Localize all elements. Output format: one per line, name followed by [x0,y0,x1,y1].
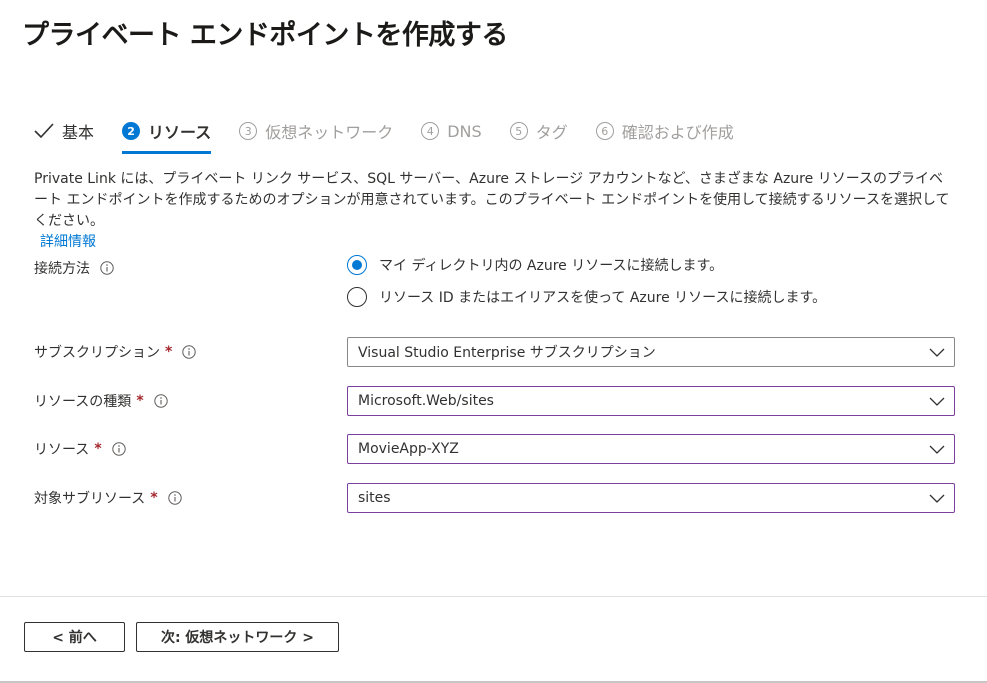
description: Private Link には、プライベート リンク サービス、SQL サーバー… [34,169,954,253]
info-icon[interactable] [167,491,182,505]
tab-review-create[interactable]: 6 確認および作成 [595,118,734,144]
connection-method-label: 接続方法 [34,258,114,278]
radio-label: マイ ディレクトリ内の Azure リソースに接続します。 [379,258,724,274]
chevron-down-icon [929,345,945,359]
tab-resources[interactable]: 2 リソース [122,118,212,154]
resource-label: リソース * [34,439,126,459]
footer-divider [0,596,987,597]
tab-virtual-network[interactable]: 3 仮想ネットワーク [239,118,393,144]
subscription-label: サブスクリプション * [34,342,197,362]
field-label: サブスクリプション [34,345,160,361]
more-options-button[interactable]: ··· [488,20,506,39]
resource-type-dropdown[interactable]: Microsoft.Web/sites [347,386,955,416]
page-title: プライベート エンドポイントを作成する [22,19,508,51]
radio-button[interactable] [347,287,367,307]
dropdown-value: MovieApp-XYZ [358,441,459,457]
step-number-badge: 2 [122,122,141,140]
radio-connect-directory[interactable]: マイ ディレクトリ内の Azure リソースに接続します。 [347,255,723,275]
chevron-down-icon [929,394,945,408]
radio-button[interactable] [347,255,367,275]
tab-label: 仮想ネットワーク [265,123,394,142]
target-subresource-dropdown[interactable]: sites [347,483,955,513]
tab-basics[interactable]: 基本 [34,118,94,144]
radio-label: リソース ID またはエイリアスを使って Azure リソースに接続します。 [379,290,827,306]
chevron-down-icon [929,491,945,505]
radio-connect-resource-id[interactable]: リソース ID またはエイリアスを使って Azure リソースに接続します。 [347,287,826,307]
field-label: 対象サブリソース [34,491,146,507]
field-label: リソース [34,442,90,458]
tab-label: 確認および作成 [621,123,734,142]
tab-label: リソース [148,123,212,142]
resource-dropdown[interactable]: MovieApp-XYZ [347,434,955,464]
step-number-badge: 4 [421,122,440,140]
tab-dns[interactable]: 4 DNS [421,118,482,144]
field-label: リソースの種類 [34,394,132,410]
step-number-badge: 6 [595,122,614,140]
wizard-tabs: 基本 2 リソース 3 仮想ネットワーク 4 DNS 5 タグ 6 確認および作… [34,118,762,154]
tab-tags[interactable]: 5 タグ [509,118,568,144]
required-marker: * [165,344,173,360]
step-number-badge: 3 [239,122,258,140]
chevron-down-icon [929,442,945,456]
info-icon[interactable] [100,261,114,275]
info-icon[interactable] [153,394,168,408]
tab-label: 基本 [62,123,95,142]
info-icon[interactable] [182,345,197,359]
step-number-badge: 5 [509,122,528,140]
description-text: Private Link には、プライベート リンク サービス、SQL サーバー… [34,171,950,229]
page-header: プライベート エンドポイントを作成する [22,12,508,52]
field-label: 接続方法 [34,261,90,277]
resource-type-label: リソースの種類 * [34,391,168,411]
dropdown-value: Microsoft.Web/sites [358,393,494,409]
required-marker: * [136,393,144,409]
info-icon[interactable] [111,442,126,456]
required-marker: * [94,441,102,457]
tab-label: DNS [447,121,482,141]
learn-more-link[interactable]: 詳細情報 [40,232,954,253]
dropdown-value: sites [358,490,391,506]
dropdown-value: Visual Studio Enterprise サブスクリプション [358,345,656,361]
next-virtual-network-button[interactable]: 次: 仮想ネットワーク > [136,622,339,652]
required-marker: * [150,490,158,506]
tab-label: タグ [535,123,568,142]
subscription-dropdown[interactable]: Visual Studio Enterprise サブスクリプション [347,337,955,367]
previous-button[interactable]: < 前へ [24,622,125,652]
checkmark-icon [34,123,54,139]
target-subresource-label: 対象サブリソース * [34,488,182,508]
